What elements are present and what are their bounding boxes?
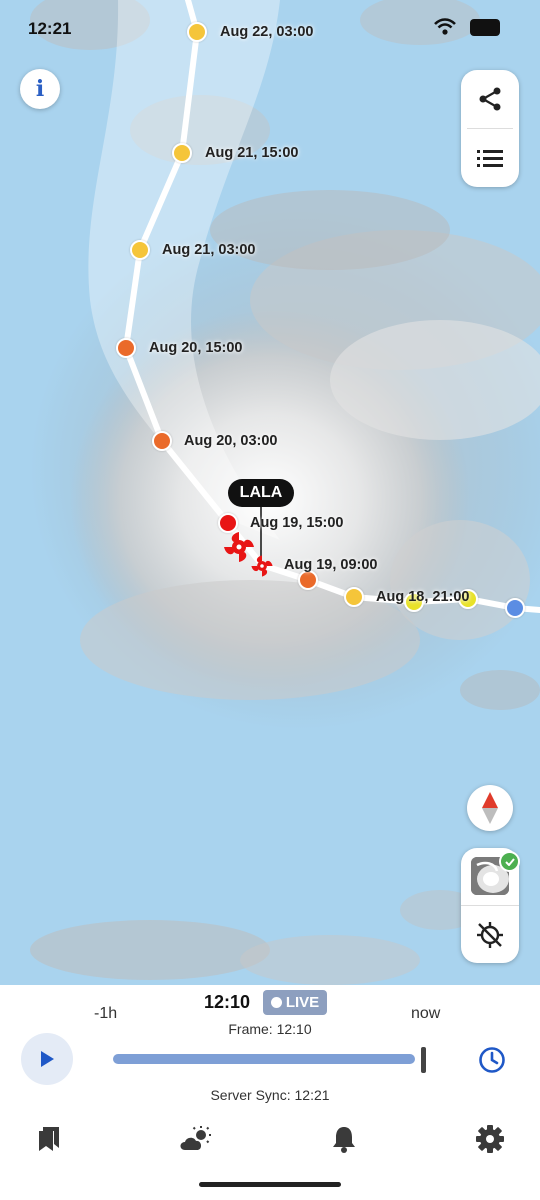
track-label: Aug 18, 21:00 <box>376 589 470 605</box>
compass-icon <box>482 792 498 824</box>
server-sync-label: Server Sync: 12:21 <box>210 1087 330 1103</box>
info-icon: i <box>35 76 45 102</box>
track-point[interactable] <box>152 431 172 451</box>
nav-settings[interactable] <box>472 1121 508 1157</box>
nav-bookmarks[interactable] <box>32 1121 68 1157</box>
home-indicator <box>199 1182 341 1187</box>
nav-alerts[interactable] <box>326 1121 362 1157</box>
track-point[interactable] <box>298 570 318 590</box>
track-point[interactable] <box>344 587 364 607</box>
clock-icon <box>479 1047 505 1073</box>
nav-weather[interactable] <box>178 1121 214 1157</box>
share-icon <box>479 87 501 111</box>
track-point[interactable] <box>116 338 136 358</box>
track-label: Aug 19, 09:00 <box>284 557 378 573</box>
track-point[interactable] <box>505 598 525 618</box>
live-dot-icon <box>270 997 282 1008</box>
storm-name-label[interactable]: LALA <box>228 479 294 507</box>
storm-map[interactable]: LALA Aug 22, 03:00 Aug 21, 15:00 Aug 21,… <box>0 0 540 985</box>
share-button[interactable] <box>461 70 519 128</box>
map-toolbar <box>461 70 519 187</box>
track-label: Aug 21, 15:00 <box>205 145 299 161</box>
list-icon <box>477 150 503 167</box>
battery-icon <box>470 18 500 36</box>
alerts-icon <box>333 1127 355 1153</box>
status-bar: 12:21 <box>0 0 540 60</box>
compass-button[interactable] <box>467 785 513 831</box>
track-label: Aug 21, 03:00 <box>162 242 256 258</box>
live-badge[interactable]: LIVE <box>263 990 327 1015</box>
weather-icon <box>180 1126 211 1150</box>
frame-label: Frame: 12:10 <box>228 1021 312 1037</box>
location-disabled-icon <box>477 921 503 948</box>
info-button[interactable]: i <box>20 69 60 109</box>
time-picker-button[interactable] <box>476 1044 508 1076</box>
track-point[interactable] <box>172 143 192 163</box>
timeline-slider[interactable] <box>113 1054 415 1064</box>
play-icon <box>41 1051 54 1067</box>
bookmarks-icon <box>39 1127 59 1151</box>
check-icon <box>504 857 515 866</box>
layer-toolbar <box>461 848 520 963</box>
timeline-current-time: 12:10 <box>204 992 251 1012</box>
layer-active-badge <box>499 851 520 872</box>
settings-icon <box>476 1125 504 1153</box>
track-point[interactable] <box>130 240 150 260</box>
play-button[interactable] <box>21 1033 73 1085</box>
wifi-icon <box>434 18 456 35</box>
track-label: Aug 19, 15:00 <box>250 515 344 531</box>
track-label: Aug 20, 03:00 <box>184 433 278 449</box>
timeline-handle[interactable] <box>421 1047 426 1073</box>
hurricane-current-icon[interactable] <box>250 554 274 578</box>
list-button[interactable] <box>461 129 519 187</box>
locate-button[interactable] <box>461 906 519 963</box>
status-time: 12:21 <box>28 19 72 38</box>
live-label: LIVE <box>285 994 320 1011</box>
track-label: Aug 20, 15:00 <box>149 340 243 356</box>
